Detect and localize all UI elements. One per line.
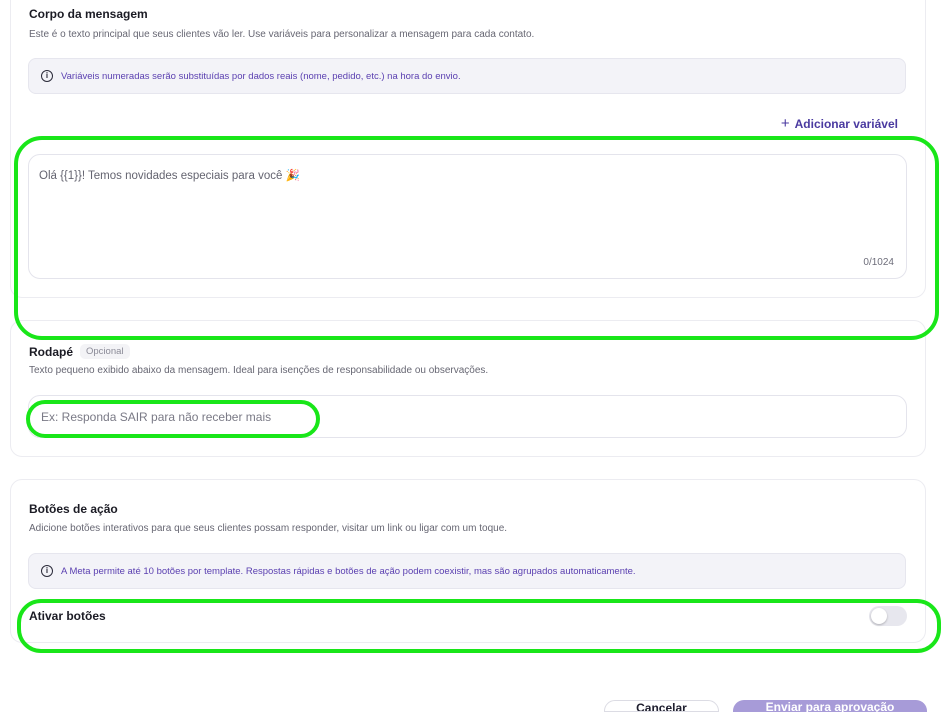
footer-input[interactable]: Ex: Responda SAIR para não receber mais (28, 395, 907, 438)
footer-section-title: Rodapé (29, 345, 74, 359)
footer-section-description: Texto pequeno exibido abaixo da mensagem… (29, 365, 489, 376)
toggle-label: Ativar botões (29, 609, 106, 623)
info-circle-icon: i (41, 70, 53, 82)
char-counter: 0/1024 (863, 257, 894, 268)
add-variable-button[interactable]: + Adicionar variável (781, 115, 898, 132)
enable-buttons-toggle[interactable] (869, 606, 907, 626)
toggle-knob (871, 608, 887, 624)
message-body-value: Olá {{1}}! Temos novidades especiais par… (39, 170, 300, 182)
body-section-title: Corpo da mensagem (29, 7, 148, 21)
submit-for-approval-button[interactable]: Enviar para aprovação (733, 700, 927, 712)
message-body-textarea[interactable]: Olá {{1}}! Temos novidades especiais par… (28, 154, 907, 279)
buttons-info-text: A Meta permite até 10 botões por templat… (61, 565, 636, 577)
buttons-section-title: Botões de ação (29, 502, 118, 516)
body-info-text: Variáveis numeradas serão substituídas p… (61, 70, 461, 82)
plus-icon: + (780, 115, 790, 132)
add-variable-label: Adicionar variável (794, 116, 898, 131)
body-info-box: i Variáveis numeradas serão substituídas… (28, 58, 906, 94)
footer-input-placeholder: Ex: Responda SAIR para não receber mais (41, 409, 272, 424)
buttons-section-description: Adicione botões interativos para que seu… (29, 523, 508, 534)
buttons-info-box: i A Meta permite até 10 botões por templ… (28, 553, 906, 589)
info-circle-icon: i (41, 565, 53, 577)
cancel-button[interactable]: Cancelar (604, 700, 719, 712)
body-section-description: Este é o texto principal que seus client… (29, 29, 535, 40)
optional-badge: Opcional (80, 344, 130, 359)
